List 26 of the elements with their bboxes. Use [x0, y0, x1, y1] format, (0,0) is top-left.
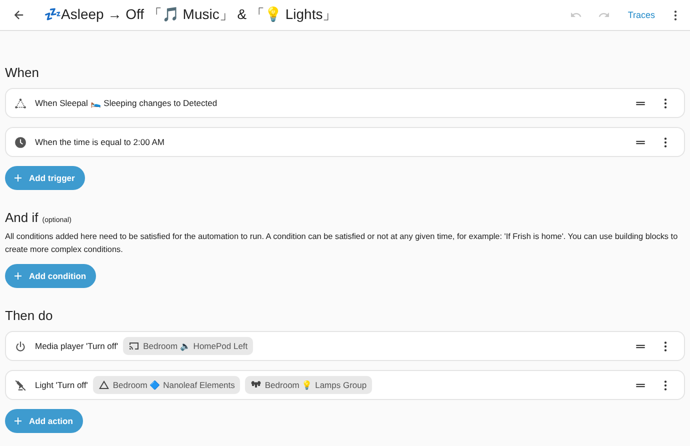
section-heading: When — [5, 65, 39, 80]
row-text: Light 'Turn off' — [35, 380, 88, 390]
back-icon[interactable] — [12, 8, 26, 22]
automation-title: 💤Asleep → Off 「🎵 Music」 & 「💡 Lights」 — [44, 6, 338, 24]
row-text: Media player 'Turn off' — [35, 341, 118, 351]
add-button[interactable]: Add trigger — [5, 166, 85, 190]
target-chip[interactable]: Bedroom 🔈 HomePod Left — [123, 337, 253, 355]
add-button[interactable]: Add condition — [5, 264, 96, 288]
section-heading: And if — [5, 210, 38, 225]
section-heading: Then do — [5, 308, 53, 323]
plus-icon — [12, 270, 24, 282]
triangle-icon — [98, 379, 110, 391]
clock-icon — [14, 136, 27, 148]
lamp-off-icon — [14, 378, 27, 392]
target-chip[interactable]: Bedroom 🔷 Nanoleaf Elements — [92, 376, 240, 394]
plus-icon — [12, 172, 24, 184]
section-description: All conditions added here need to be satisfied for the automation to run. A condition can be satisfied or not at any given time, for example: 'If Frish is home'. You can use building blocks to create more complex conditions. — [5, 231, 679, 256]
add-button[interactable]: Add action — [5, 409, 83, 433]
row-text: When the time is equal to 2:00 AM — [35, 137, 164, 147]
row-text: When Sleepal 🛌 Sleeping changes to Detected — [35, 98, 218, 108]
power-icon — [14, 340, 27, 352]
triangle-nodes-icon — [14, 96, 27, 110]
traces-button[interactable]: Traces — [628, 10, 655, 20]
target-chip[interactable]: Bedroom 💡 Lamps Group — [244, 376, 372, 394]
plus-icon — [12, 415, 24, 427]
cast-icon — [128, 340, 140, 352]
